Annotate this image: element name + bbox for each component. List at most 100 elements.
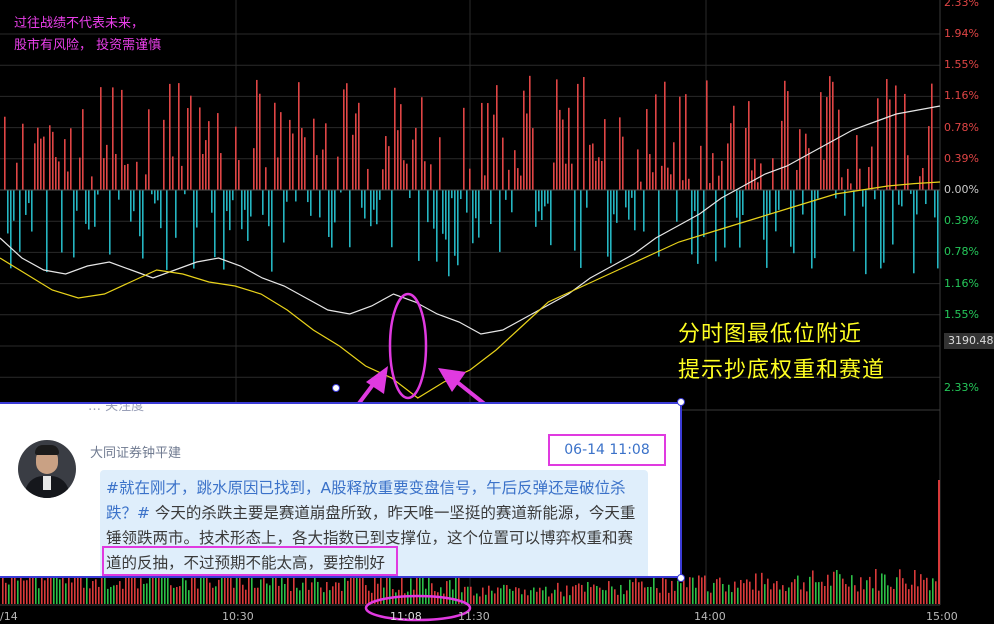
volume-bar-up	[536, 591, 538, 604]
y-tick-label: 1.16%	[944, 276, 979, 290]
tick-bar-down	[376, 190, 378, 225]
tick-bar-down	[247, 190, 249, 241]
tick-bar-up	[886, 79, 888, 190]
volume-bar-down	[260, 579, 262, 604]
post-author[interactable]: 大同证券钟平建	[90, 442, 181, 461]
volume-bar-up	[599, 587, 601, 604]
volume-bar-up	[749, 581, 751, 604]
tick-bar-up	[82, 109, 84, 190]
volume-bar-up	[347, 580, 349, 604]
tick-bar-down	[862, 190, 864, 207]
tick-bar-up	[397, 130, 399, 190]
tick-bar-down	[31, 190, 33, 232]
volume-bar-down	[596, 585, 598, 604]
volume-bar-up	[92, 581, 94, 604]
tick-bar-up	[481, 102, 483, 190]
post-card[interactable]: … 关注度 大同证券钟平建 06-14 11:08 #就在刚才，跳水原因已找到，…	[0, 402, 682, 578]
volume-bar-up	[902, 578, 904, 604]
volume-bar-up	[365, 585, 367, 604]
volume-bar-up	[152, 575, 154, 604]
volume-bar-up	[845, 584, 847, 604]
tick-bar-down	[643, 190, 645, 232]
volume-bar-up	[242, 584, 244, 604]
highlight-box	[102, 546, 398, 576]
tick-bar-down	[442, 190, 444, 234]
volume-bar-down	[830, 585, 832, 604]
tick-bar-down	[88, 190, 90, 230]
volume-bar-down	[299, 590, 301, 604]
tick-bar-up	[931, 83, 933, 190]
volume-bar-up	[401, 574, 403, 604]
volume-bar-up	[359, 578, 361, 604]
tick-bar-up	[784, 80, 786, 190]
tick-bar-up	[871, 146, 873, 190]
tick-bar-down	[427, 190, 429, 223]
volume-bar-up	[275, 576, 277, 604]
tick-bar-up	[748, 101, 750, 190]
tick-bar-down	[13, 190, 15, 221]
avatar[interactable]	[18, 440, 76, 498]
tick-bar-up	[685, 94, 687, 190]
volume-bar-up	[287, 573, 289, 604]
resize-handle-top-right[interactable]	[677, 398, 685, 406]
tick-bar-up	[589, 144, 591, 190]
volume-bar-up	[662, 576, 664, 604]
volume-bar-up	[674, 590, 676, 604]
tick-bar-down	[451, 190, 453, 199]
tick-bar-up	[358, 102, 360, 190]
tick-bar-down	[349, 190, 351, 248]
tick-bar-down	[130, 190, 132, 222]
volume-bar-down	[884, 574, 886, 604]
volume-bar-down	[389, 573, 391, 604]
tick-bar-up	[712, 153, 714, 190]
tick-bar-down	[328, 190, 330, 237]
tick-bar-down	[475, 190, 477, 219]
resize-handle-bottom-right[interactable]	[677, 574, 685, 582]
tick-bar-up	[928, 126, 930, 190]
volume-bar-up	[278, 585, 280, 604]
volume-bar-up	[584, 591, 586, 604]
tick-bar-up	[55, 157, 57, 190]
tick-bar-down	[409, 190, 411, 199]
volume-bar-up	[50, 574, 52, 604]
tick-bar-up	[49, 125, 51, 190]
tick-bar-down	[892, 190, 894, 245]
tick-bar-down	[241, 190, 243, 230]
tick-bar-up	[346, 83, 348, 190]
tick-bar-down	[724, 190, 726, 248]
tick-bar-up	[532, 128, 534, 190]
tick-bar-down	[898, 190, 900, 205]
tick-bar-up	[337, 156, 339, 190]
tick-bar-up	[709, 183, 711, 190]
tick-bar-up	[265, 167, 267, 190]
tick-bar-down	[580, 190, 582, 268]
volume-bar-up	[527, 595, 529, 604]
x-tick-label: 15:00	[926, 610, 958, 623]
tick-bar-up	[298, 82, 300, 190]
tick-bar-up	[388, 146, 390, 190]
volume-bar-down	[59, 579, 61, 604]
volume-bar-up	[5, 582, 7, 604]
tick-bar-up	[274, 102, 276, 190]
volume-bar-up	[659, 592, 661, 604]
tick-bar-up	[487, 103, 489, 190]
volume-bar-up	[320, 587, 322, 604]
volume-bar-up	[686, 587, 688, 604]
tick-bar-up	[463, 107, 465, 190]
resize-handle-top[interactable]	[332, 384, 340, 392]
tick-bar-up	[385, 136, 387, 190]
volume-bar-up	[137, 588, 139, 604]
tick-bar-up	[43, 136, 45, 190]
tick-bar-up	[400, 104, 402, 190]
volume-bar-down	[569, 595, 571, 604]
tick-bar-down	[610, 190, 612, 264]
tick-bar-up	[523, 90, 525, 190]
tick-bar-up	[100, 87, 102, 190]
tick-bar-up	[52, 131, 54, 190]
volume-bar-down	[485, 594, 487, 604]
tick-bar-up	[355, 113, 357, 190]
tick-bar-down	[97, 190, 99, 195]
tick-bar-up	[181, 165, 183, 190]
tick-bar-up	[598, 157, 600, 190]
volume-bar-down	[410, 578, 412, 604]
